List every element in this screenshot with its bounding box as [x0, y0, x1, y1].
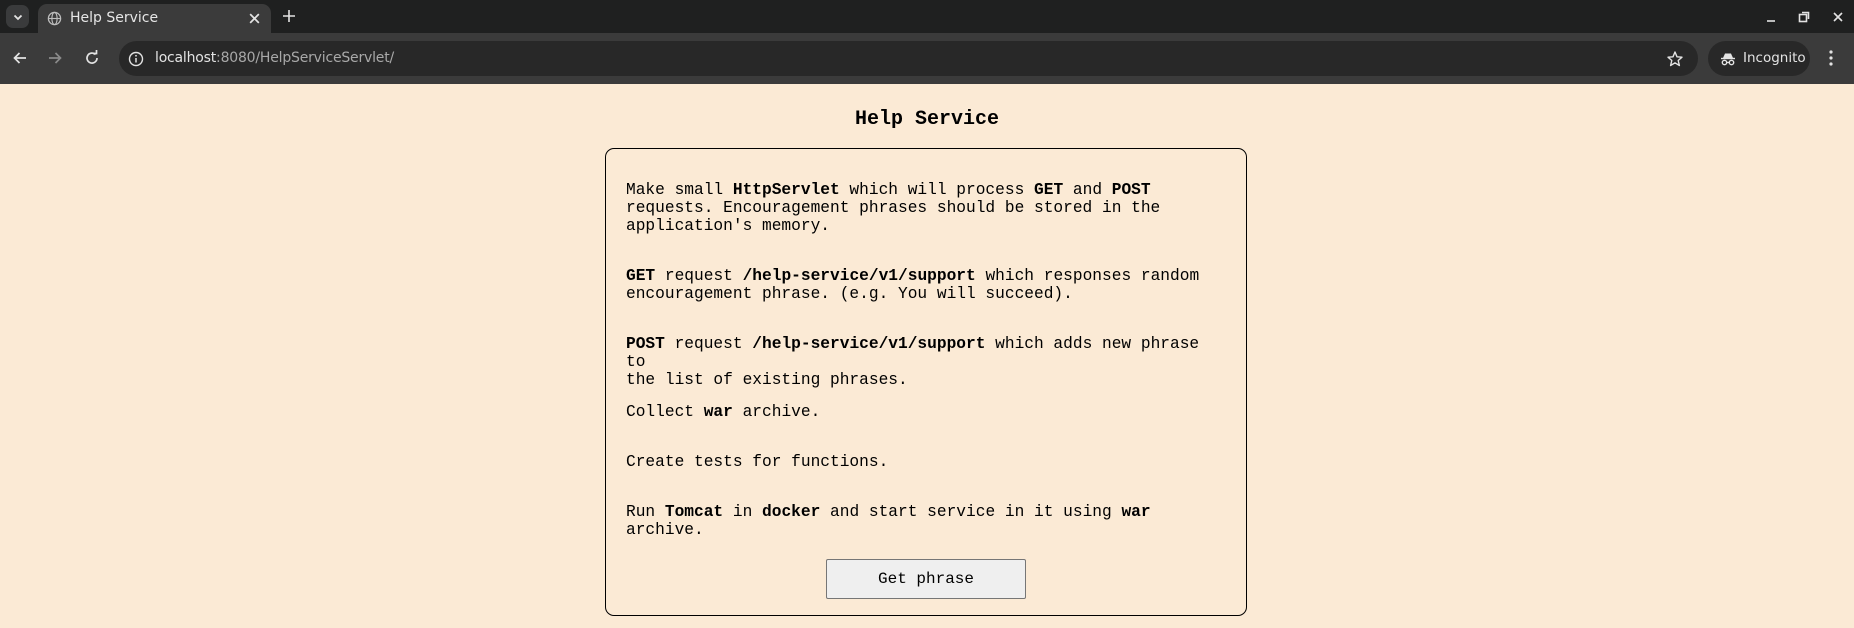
- text-run: Run: [626, 503, 665, 521]
- text-run: and: [1063, 181, 1112, 199]
- text-run: which will process: [839, 181, 1035, 199]
- page-title: Help Service: [854, 108, 1000, 131]
- bold-term: POST: [1111, 181, 1151, 199]
- bold-term: Tomcat: [664, 503, 724, 521]
- text-run: requests. Encouragement phrases should b…: [626, 199, 1161, 235]
- back-arrow-icon[interactable]: [11, 49, 29, 67]
- incognito-label: Incognito: [1743, 50, 1806, 66]
- text-run: in: [723, 503, 763, 521]
- tab-strip: Help Service: [0, 0, 1854, 33]
- bold-term: /help-service/v1/support: [752, 335, 986, 353]
- get-phrase-button[interactable]: Get phrase: [826, 559, 1026, 599]
- address-bar[interactable]: localhost:8080/HelpServiceServlet/: [119, 41, 1698, 76]
- url-text[interactable]: localhost:8080/HelpServiceServlet/: [155, 50, 394, 66]
- minimize-icon[interactable]: [1764, 10, 1778, 24]
- text-run: and start service in it using: [820, 503, 1122, 521]
- text-run: request: [664, 335, 753, 353]
- info-icon[interactable]: [128, 51, 144, 67]
- tab-title: Help Service: [70, 10, 159, 26]
- restore-icon[interactable]: [1797, 10, 1811, 24]
- bold-term: /help-service/v1/support: [742, 267, 976, 285]
- page-viewport: Help Service Make small HttpServlet whic…: [0, 84, 1854, 628]
- forward-arrow-icon[interactable]: [46, 49, 64, 67]
- text-run: request: [655, 267, 743, 285]
- chevron-down-icon: [13, 14, 22, 20]
- description-paragraph: POST request /help-service/v1/support wh…: [626, 335, 1226, 389]
- tab-help-service[interactable]: Help Service: [38, 4, 271, 33]
- text-run: Collect: [626, 403, 704, 421]
- url-path: :8080/HelpServiceServlet/: [216, 50, 395, 66]
- description-paragraph: Create tests for functions.: [626, 453, 1226, 471]
- text-run: Make small: [626, 181, 733, 199]
- star-icon[interactable]: [1666, 50, 1684, 68]
- bold-term: GET: [626, 267, 656, 285]
- reload-icon[interactable]: [83, 49, 101, 67]
- bold-term: war: [703, 403, 733, 421]
- description-paragraph: GET request /help-service/v1/support whi…: [626, 267, 1226, 303]
- kebab-menu-icon[interactable]: [1822, 48, 1840, 68]
- close-icon[interactable]: [248, 12, 261, 25]
- incognito-indicator[interactable]: Incognito: [1708, 41, 1810, 76]
- description-card: Make small HttpServlet which will proces…: [605, 148, 1247, 616]
- url-host: localhost: [155, 50, 217, 66]
- tab-search-button[interactable]: [6, 5, 29, 28]
- plus-icon[interactable]: [281, 8, 297, 24]
- globe-icon: [47, 11, 62, 26]
- text-run: Create tests for functions.: [626, 453, 889, 471]
- description-paragraph: Collect war archive.: [626, 403, 1226, 421]
- browser-toolbar: localhost:8080/HelpServiceServlet/ Incog…: [0, 33, 1854, 84]
- bold-term: docker: [762, 503, 821, 521]
- text-run: archive.: [626, 521, 704, 539]
- incognito-icon: [1721, 53, 1735, 66]
- text-run: archive.: [732, 403, 821, 421]
- close-window-icon[interactable]: [1831, 10, 1845, 24]
- bold-term: POST: [626, 335, 665, 353]
- description-paragraph: Make small HttpServlet which will proces…: [626, 181, 1226, 235]
- bold-term: war: [1121, 503, 1151, 521]
- bold-term: HttpServlet: [732, 181, 840, 199]
- description-paragraph: Run Tomcat in docker and start service i…: [626, 503, 1226, 539]
- bold-term: GET: [1034, 181, 1064, 199]
